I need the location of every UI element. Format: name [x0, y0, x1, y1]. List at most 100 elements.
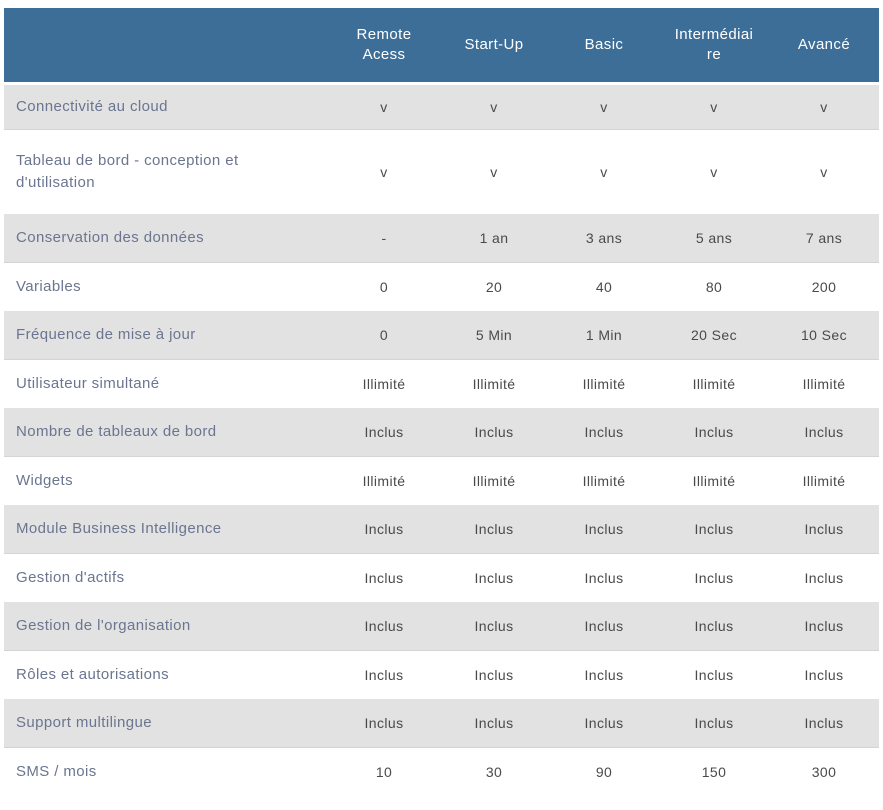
- feature-value: Inclus: [659, 651, 769, 699]
- feature-value: Inclus: [329, 651, 439, 699]
- feature-value: Illimité: [659, 457, 769, 505]
- feature-value: Illimité: [549, 457, 659, 505]
- feature-value: v: [549, 85, 659, 129]
- row-gestion-d-actifs: Gestion d'actifs Inclus Inclus Inclus In…: [4, 554, 879, 602]
- feature-value: Inclus: [329, 554, 439, 602]
- feature-value: 0: [329, 311, 439, 359]
- feature-label: SMS / mois: [4, 748, 329, 796]
- feature-label: Rôles et autorisations: [4, 651, 329, 699]
- feature-value: Inclus: [439, 651, 549, 699]
- feature-value: 10: [329, 748, 439, 796]
- row-roles-et-autorisations: Rôles et autorisations Inclus Inclus Inc…: [4, 651, 879, 699]
- feature-value: Illimité: [549, 360, 659, 408]
- feature-value: v: [329, 85, 439, 129]
- feature-value: Inclus: [439, 505, 549, 553]
- feature-value: Inclus: [769, 554, 879, 602]
- column-header-remote-acess: Remote Acess: [329, 8, 439, 82]
- feature-value: Illimité: [769, 360, 879, 408]
- feature-value: Inclus: [439, 554, 549, 602]
- row-variables: Variables 0 20 40 80 200: [4, 263, 879, 311]
- feature-value: 7 ans: [769, 214, 879, 262]
- feature-value: Inclus: [659, 408, 769, 456]
- feature-value: Inclus: [329, 602, 439, 650]
- feature-value: 300: [769, 748, 879, 796]
- feature-value: 40: [549, 263, 659, 311]
- feature-value: Inclus: [549, 505, 659, 553]
- feature-value: Inclus: [769, 408, 879, 456]
- feature-value: 10 Sec: [769, 311, 879, 359]
- feature-value: Illimité: [439, 457, 549, 505]
- feature-value: 5 Min: [439, 311, 549, 359]
- feature-label: Gestion d'actifs: [4, 554, 329, 602]
- feature-value: Inclus: [439, 408, 549, 456]
- row-widgets: Widgets Illimité Illimité Illimité Illim…: [4, 457, 879, 505]
- row-frequence-de-mise-a-jour: Fréquence de mise à jour 0 5 Min 1 Min 2…: [4, 311, 879, 360]
- row-tableau-de-bord: Tableau de bord - conception et d'utilis…: [4, 130, 879, 214]
- feature-value: Inclus: [769, 505, 879, 553]
- feature-value: Illimité: [769, 457, 879, 505]
- feature-value: 0: [329, 263, 439, 311]
- column-header-basic: Basic: [549, 8, 659, 82]
- column-header-blank: [4, 8, 329, 82]
- feature-value: 150: [659, 748, 769, 796]
- feature-label: Gestion de l'organisation: [4, 602, 329, 650]
- table-header-row: Remote Acess Start-Up Basic Intermédiair…: [4, 8, 879, 82]
- feature-value: Inclus: [769, 602, 879, 650]
- feature-label: Connectivité au cloud: [4, 85, 329, 129]
- feature-label: Module Business Intelligence: [4, 505, 329, 553]
- row-nombre-de-tableaux-de-bord: Nombre de tableaux de bord Inclus Inclus…: [4, 408, 879, 457]
- feature-value: Inclus: [329, 505, 439, 553]
- row-module-business-intelligence: Module Business Intelligence Inclus Incl…: [4, 505, 879, 554]
- feature-label: Widgets: [4, 457, 329, 505]
- feature-value: 5 ans: [659, 214, 769, 262]
- feature-value: v: [439, 130, 549, 214]
- feature-value: v: [439, 85, 549, 129]
- feature-value: Inclus: [329, 699, 439, 747]
- feature-value: Illimité: [329, 457, 439, 505]
- feature-value: 30: [439, 748, 549, 796]
- feature-value: Inclus: [659, 505, 769, 553]
- feature-label: Fréquence de mise à jour: [4, 311, 329, 359]
- feature-value: Inclus: [659, 602, 769, 650]
- feature-value: Illimité: [439, 360, 549, 408]
- feature-value: 200: [769, 263, 879, 311]
- row-utilisateur-simultane: Utilisateur simultané Illimité Illimité …: [4, 360, 879, 408]
- feature-value: 1 Min: [549, 311, 659, 359]
- feature-value: v: [659, 130, 769, 214]
- feature-value: 1 an: [439, 214, 549, 262]
- feature-value: Inclus: [769, 651, 879, 699]
- row-gestion-de-l-organisation: Gestion de l'organisation Inclus Inclus …: [4, 602, 879, 651]
- feature-value: Inclus: [549, 602, 659, 650]
- pricing-comparison-table: Remote Acess Start-Up Basic Intermédiair…: [4, 8, 879, 796]
- feature-value: -: [329, 214, 439, 262]
- feature-value: v: [659, 85, 769, 129]
- feature-value: Inclus: [769, 699, 879, 747]
- feature-value: 20: [439, 263, 549, 311]
- feature-value: Inclus: [439, 699, 549, 747]
- feature-label: Nombre de tableaux de bord: [4, 408, 329, 456]
- feature-label: Tableau de bord - conception et d'utilis…: [4, 130, 329, 214]
- feature-value: v: [329, 130, 439, 214]
- feature-label: Support multilingue: [4, 699, 329, 747]
- column-header-intermediaire: Intermédiaire: [659, 8, 769, 82]
- feature-value: v: [769, 85, 879, 129]
- row-support-multilingue: Support multilingue Inclus Inclus Inclus…: [4, 699, 879, 748]
- feature-value: 3 ans: [549, 214, 659, 262]
- feature-value: 90: [549, 748, 659, 796]
- row-conservation-des-donnees: Conservation des données - 1 an 3 ans 5 …: [4, 214, 879, 263]
- feature-value: Inclus: [549, 699, 659, 747]
- feature-value: Inclus: [329, 408, 439, 456]
- feature-value: Inclus: [549, 554, 659, 602]
- feature-value: Illimité: [329, 360, 439, 408]
- feature-value: Inclus: [659, 554, 769, 602]
- feature-value: Inclus: [659, 699, 769, 747]
- feature-value: Inclus: [549, 408, 659, 456]
- feature-value: Inclus: [549, 651, 659, 699]
- row-sms-mois: SMS / mois 10 30 90 150 300: [4, 748, 879, 796]
- feature-value: v: [769, 130, 879, 214]
- feature-value: 80: [659, 263, 769, 311]
- column-header-avance: Avancé: [769, 8, 879, 82]
- column-header-start-up: Start-Up: [439, 8, 549, 82]
- row-connectivite-au-cloud: Connectivité au cloud v v v v v: [4, 85, 879, 130]
- feature-value: Inclus: [439, 602, 549, 650]
